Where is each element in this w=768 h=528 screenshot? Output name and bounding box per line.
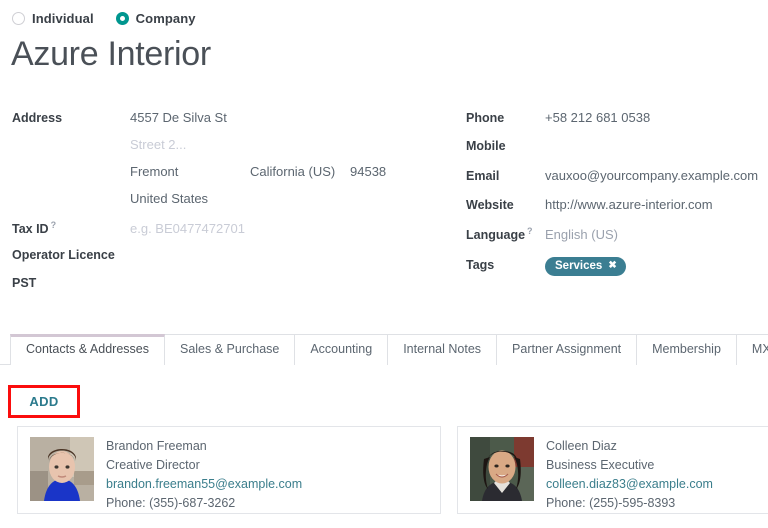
contact-email[interactable]: colleen.diaz83@example.com	[546, 476, 713, 493]
label-tax-id: Tax ID?	[12, 220, 130, 236]
contact-email[interactable]: brandon.freeman55@example.com	[106, 476, 302, 493]
label-pst: PST	[12, 276, 130, 290]
close-icon[interactable]: ✖	[608, 259, 616, 273]
field-website: Website http://www.azure-interior.com	[466, 197, 766, 215]
contact-phone: Phone: (255)-595-8393	[546, 495, 713, 512]
label-tax-id-text: Tax ID	[12, 222, 49, 236]
field-pst: PST	[12, 276, 452, 294]
field-phone: Phone +58 212 681 0538	[466, 110, 766, 128]
label-email: Email	[466, 169, 545, 183]
value-email[interactable]: vauxoo@yourcompany.example.com	[545, 168, 758, 183]
tab-contacts-addresses[interactable]: Contacts & Addresses	[10, 334, 165, 365]
tab-list: Contacts & Addresses Sales & Purchase Ac…	[10, 334, 768, 365]
tab-internal-notes[interactable]: Internal Notes	[387, 334, 497, 365]
radio-circle-icon[interactable]	[12, 12, 25, 25]
radio-label-company: Company	[136, 11, 196, 26]
value-address-zip[interactable]: 94538	[350, 164, 386, 179]
partner-type-radio-group: Individual Company	[12, 11, 196, 26]
contact-card[interactable]: Brandon Freeman Creative Director brando…	[17, 426, 441, 514]
add-button-highlight: ADD	[8, 385, 80, 418]
contact-name: Colleen Diaz	[546, 438, 713, 455]
tab-sales-purchase[interactable]: Sales & Purchase	[164, 334, 295, 365]
right-field-column: Phone +58 212 681 0538 Mobile Email vaux…	[466, 110, 766, 288]
value-phone[interactable]: +58 212 681 0538	[545, 110, 650, 125]
field-address-street2: Street 2...	[12, 137, 452, 155]
radio-option-individual[interactable]: Individual	[12, 11, 94, 26]
contact-form-page: Individual Company Azure Interior Addres…	[0, 0, 768, 528]
tab-bar: Contacts & Addresses Sales & Purchase Ac…	[0, 334, 768, 365]
contact-job-title: Creative Director	[106, 457, 302, 474]
field-mobile: Mobile	[466, 139, 766, 157]
tag-label: Services	[555, 259, 602, 273]
value-address-state[interactable]: California (US)	[250, 164, 350, 179]
label-language-text: Language	[466, 228, 525, 242]
label-website: Website	[466, 198, 545, 212]
contact-info: Brandon Freeman Creative Director brando…	[106, 437, 302, 503]
label-phone: Phone	[466, 111, 545, 125]
label-address: Address	[12, 111, 130, 125]
contact-job-title: Business Executive	[546, 457, 713, 474]
contact-phone: Phone: (355)-687-3262	[106, 495, 302, 512]
help-icon-tax-id[interactable]: ?	[51, 220, 57, 230]
value-language[interactable]: English (US)	[545, 227, 618, 242]
avatar	[30, 437, 94, 501]
field-email: Email vauxoo@yourcompany.example.com	[466, 168, 766, 186]
field-tags: Tags Services ✖	[466, 257, 766, 279]
field-address-city-state-zip: Fremont California (US) 94538	[12, 164, 452, 182]
field-address: Address 4557 De Silva St	[12, 110, 452, 128]
value-address-city[interactable]: Fremont	[130, 164, 250, 179]
left-field-column: Address 4557 De Silva St Street 2... Fre…	[12, 110, 452, 303]
radio-option-company[interactable]: Company	[116, 11, 196, 26]
tab-partner-assignment[interactable]: Partner Assignment	[496, 334, 637, 365]
contact-name: Brandon Freeman	[106, 438, 302, 455]
radio-circle-selected-icon[interactable]	[116, 12, 129, 25]
value-website[interactable]: http://www.azure-interior.com	[545, 197, 713, 212]
value-address-street2-placeholder[interactable]: Street 2...	[130, 137, 186, 152]
address-city-state-zip-group: Fremont California (US) 94538	[130, 164, 386, 179]
label-language: Language?	[466, 226, 545, 242]
field-tax-id: Tax ID? e.g. BE0477472701	[12, 220, 452, 238]
value-tax-id-placeholder[interactable]: e.g. BE0477472701	[130, 221, 245, 236]
tab-membership[interactable]: Membership	[636, 334, 737, 365]
help-icon-language[interactable]: ?	[527, 226, 533, 236]
label-mobile: Mobile	[466, 139, 545, 153]
label-operator-licence: Operator Licence	[12, 248, 130, 262]
value-address-country[interactable]: United States	[130, 191, 208, 206]
label-tags: Tags	[466, 258, 545, 272]
value-address-street[interactable]: 4557 De Silva St	[130, 110, 227, 125]
page-title[interactable]: Azure Interior	[11, 33, 211, 75]
contact-card[interactable]: Colleen Diaz Business Executive colleen.…	[457, 426, 768, 514]
add-button[interactable]: ADD	[29, 394, 58, 409]
tab-mx-edi[interactable]: MX EDI	[736, 334, 768, 365]
radio-label-individual: Individual	[32, 11, 94, 26]
field-operator-licence: Operator Licence	[12, 248, 452, 266]
tag-chip-services[interactable]: Services ✖	[545, 257, 626, 276]
tab-accounting[interactable]: Accounting	[294, 334, 388, 365]
field-address-country: United States	[12, 191, 452, 209]
avatar	[470, 437, 534, 501]
field-language: Language? English (US)	[466, 226, 766, 244]
contact-info: Colleen Diaz Business Executive colleen.…	[546, 437, 713, 503]
